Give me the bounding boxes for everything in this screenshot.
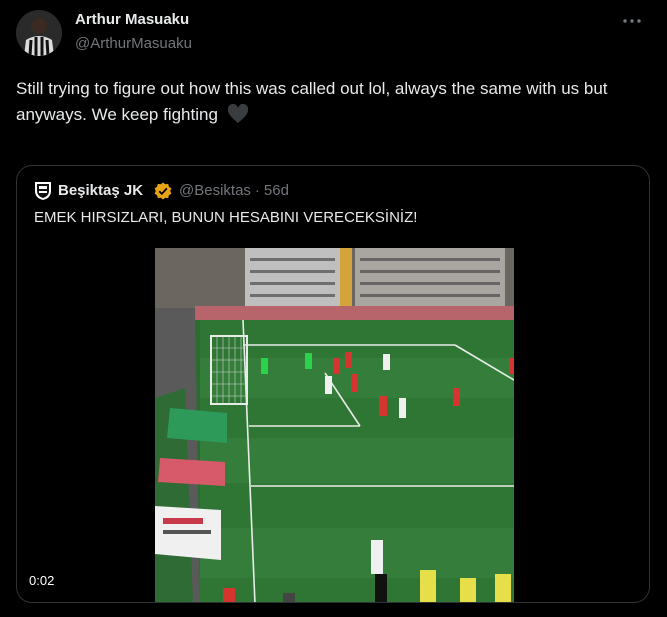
tweet-text: Still trying to figure out how this was … <box>16 79 608 124</box>
video-frame <box>155 248 514 602</box>
quoted-author-handle[interactable]: @Besiktas <box>179 182 251 199</box>
besiktas-logo-icon <box>35 182 51 200</box>
video-duration: 0:02 <box>29 573 55 588</box>
video-player[interactable] <box>155 248 514 602</box>
quoted-tweet[interactable]: Beşiktaş JK @Besiktas · 56d EMEK HIRSIZLAR… <box>16 165 650 603</box>
more-options-button[interactable] <box>619 8 645 34</box>
quoted-author-name[interactable]: Beşiktaş JK <box>58 182 143 199</box>
quoted-meta: @Besiktas · 56d <box>179 182 289 199</box>
verified-badge-icon <box>154 182 172 200</box>
quoted-timestamp[interactable]: 56d <box>264 182 289 199</box>
author-handle[interactable]: @ArthurMasuaku <box>75 35 192 52</box>
avatar[interactable] <box>16 10 62 56</box>
author-name[interactable]: Arthur Masuaku <box>75 11 189 28</box>
more-dots-icon <box>623 19 641 23</box>
tweet-body: Still trying to figure out how this was … <box>16 76 652 128</box>
black-heart-icon <box>227 104 248 123</box>
quoted-text: EMEK HIRSIZLARI, BUNUN HESABINI VERECEKS… <box>34 209 418 226</box>
meta-separator: · <box>254 182 260 199</box>
